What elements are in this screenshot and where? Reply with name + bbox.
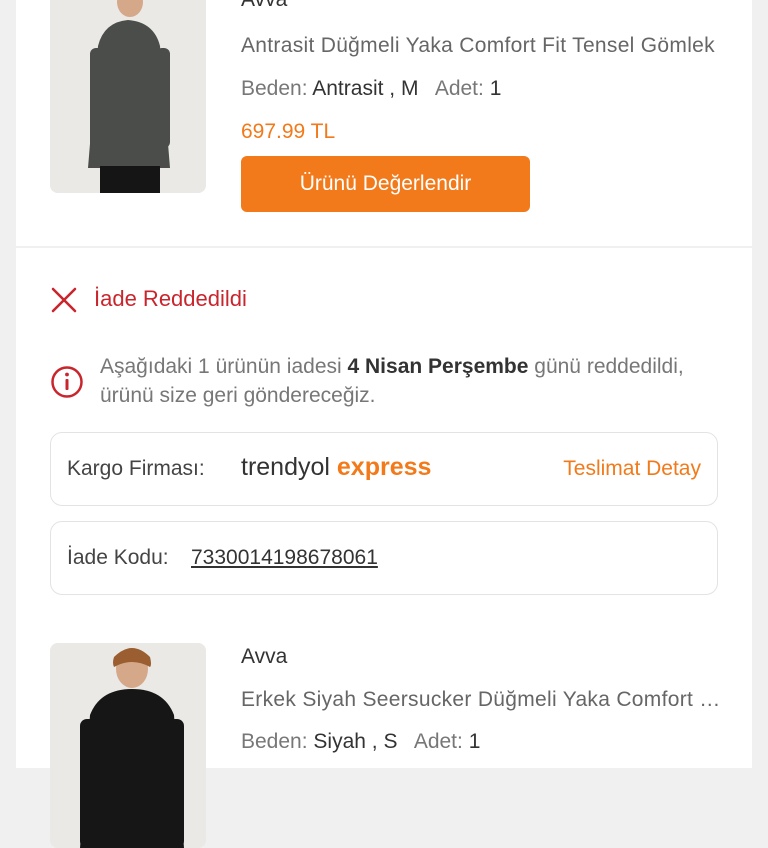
logo-text-express: express [336, 453, 432, 481]
size-value: Siyah , S [313, 730, 398, 753]
logo-text-trendyol: trendyol [241, 453, 330, 481]
return-date: 4 Nisan Perşembe [347, 355, 529, 378]
return-code-label: İade Kodu: [67, 546, 169, 569]
product-image[interactable] [50, 643, 206, 848]
product-meta: Beden: Antrasit , M Adet: 1 [241, 77, 501, 101]
order-item-card: Avva Antrasit Düğmeli Yaka Comfort Fit T… [16, 0, 752, 246]
product-meta: Beden: Siyah , S Adet: 1 [241, 730, 480, 754]
delivery-detail-link[interactable]: Teslimat Detay [563, 457, 701, 481]
return-card: İade Reddedildi Aşağıdaki 1 ürünün iades… [16, 248, 752, 848]
product-photo-icon [50, 0, 206, 193]
qty-label: Adet: [413, 730, 463, 753]
size-value: Antrasit , M [312, 77, 419, 100]
return-status-text: İade Reddedildi [94, 286, 247, 311]
shipping-label: Kargo Firması: [67, 457, 205, 480]
product-title[interactable]: Erkek Siyah Seersucker Düğmeli Yaka Comf… [241, 688, 726, 712]
product-item[interactable]: Avva Antrasit Düğmeli Yaka Comfort Fit T… [50, 0, 730, 212]
product-item[interactable]: Avva Erkek Siyah Seersucker Düğmeli Yaka… [50, 643, 730, 848]
product-title[interactable]: Antrasit Düğmeli Yaka Comfort Fit Tensel… [241, 34, 726, 58]
qty-value: 1 [489, 77, 502, 100]
qty-value: 1 [468, 730, 481, 753]
close-icon [51, 287, 77, 313]
return-info-text: Aşağıdaki 1 ürünün iadesi 4 Nisan Perşem… [100, 352, 720, 410]
product-image[interactable] [50, 0, 206, 193]
shipping-box: Kargo Firması: trendyol express Teslimat… [50, 432, 718, 506]
size-label: Beden: [241, 77, 308, 100]
product-brand: Avva [241, 0, 287, 12]
qty-label: Adet: [434, 77, 484, 100]
info-text-start: Aşağıdaki 1 ürünün iadesi [100, 355, 348, 378]
review-product-button[interactable]: Ürünü Değerlendir [241, 156, 530, 212]
size-label: Beden: [241, 730, 308, 753]
info-icon [51, 366, 83, 398]
trendyol-express-logo: trendyol express [241, 453, 431, 482]
return-code-value[interactable]: 7330014198678061 [191, 546, 378, 570]
product-photo-icon [50, 643, 206, 848]
product-price: 697.99 TL [241, 120, 336, 143]
product-brand: Avva [241, 645, 288, 668]
return-code-box: İade Kodu: 7330014198678061 [50, 521, 718, 595]
